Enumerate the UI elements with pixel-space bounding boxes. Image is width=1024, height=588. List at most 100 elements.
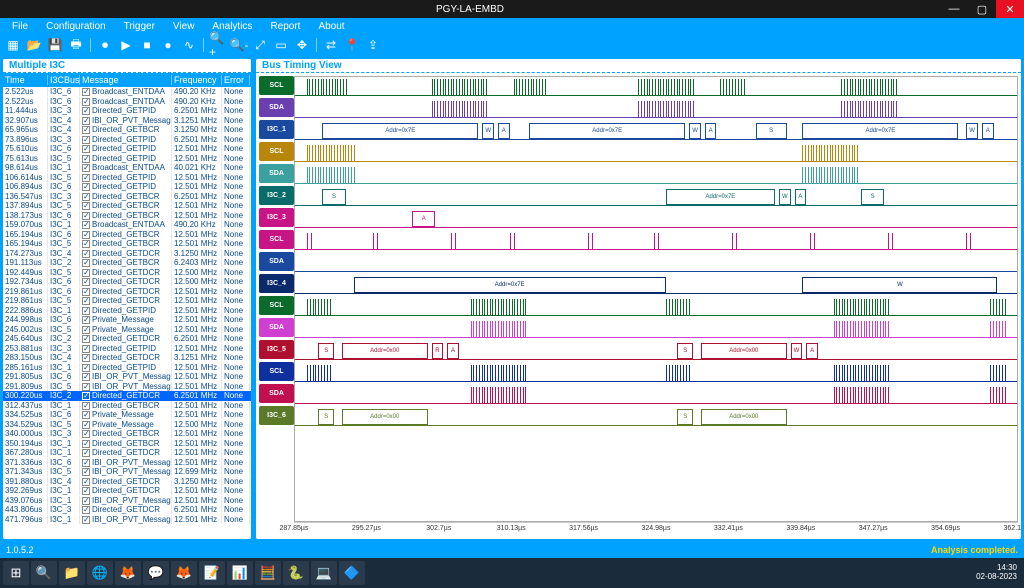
waveform-area[interactable]: Addr=0x7EWAAddr=0x7EWASAddr=0x7EWASAddr=… xyxy=(294,76,1018,522)
table-row[interactable]: 392.269usI3C_1Directed_GETDCR12.501 MHzN… xyxy=(3,486,251,496)
protocol-field[interactable]: A xyxy=(447,343,459,359)
menu-trigger[interactable]: Trigger xyxy=(116,21,163,32)
table-row[interactable]: 137.894usI3C_5Directed_GETBCR12.501 MHzN… xyxy=(3,201,251,211)
taskbar-app-icon[interactable]: 🌐 xyxy=(87,561,113,585)
table-row[interactable]: 367.280usI3C_1Directed_GETDCR12.501 MHzN… xyxy=(3,448,251,458)
menu-configuration[interactable]: Configuration xyxy=(38,21,113,32)
column-i3cbus[interactable]: I3CBus xyxy=(48,75,80,85)
protocol-field[interactable]: Addr=0x00 xyxy=(342,409,428,425)
minimize-button[interactable]: — xyxy=(940,0,968,18)
table-row[interactable]: 371.336usI3C_6IBI_OR_PVT_Message12.501 M… xyxy=(3,458,251,468)
protocol-field[interactable]: Addr=0x7E xyxy=(666,189,775,205)
table-row[interactable]: 334.529usI3C_5Private_Message12.500 MHzN… xyxy=(3,420,251,430)
system-clock[interactable]: 14:30 02-08-2023 xyxy=(976,564,1021,582)
protocol-field[interactable]: W xyxy=(802,277,997,293)
taskbar-app-icon[interactable]: ⊞ xyxy=(3,561,29,585)
table-row[interactable]: 165.194usI3C_6Directed_GETBCR12.501 MHzN… xyxy=(3,230,251,240)
table-row[interactable]: 291.805usI3C_6IBI_OR_PVT_Message12.501 M… xyxy=(3,372,251,382)
record-icon[interactable]: ● xyxy=(159,36,177,54)
waveform-track[interactable]: SAddr=0x7EWAS xyxy=(295,187,1017,209)
protocol-field[interactable]: S xyxy=(861,189,884,205)
zoom-window-icon[interactable]: ▭ xyxy=(272,36,290,54)
protocol-field[interactable]: S xyxy=(756,123,787,139)
protocol-field[interactable]: W xyxy=(689,123,701,139)
table-row[interactable]: 65.965usI3C_4Directed_GETBCR3.1250 MHzNo… xyxy=(3,125,251,135)
table-row[interactable]: 136.547usI3C_3Directed_GETBCR6.2501 MHzN… xyxy=(3,192,251,202)
zoom-in-icon[interactable]: 🔍+ xyxy=(209,36,227,54)
table-row[interactable]: 2.522usI3C_6Broadcast_ENTDAA490.20 KHzNo… xyxy=(3,97,251,107)
waveform-track[interactable] xyxy=(295,231,1017,253)
protocol-field[interactable]: Addr=0x00 xyxy=(701,409,787,425)
track-label-i3c_1[interactable]: I3C_1 xyxy=(259,120,294,139)
table-row[interactable]: 11.444usI3C_3Directed_GETPID6.2501 MHzNo… xyxy=(3,106,251,116)
table-row[interactable]: 165.194usI3C_5Directed_GETBCR12.501 MHzN… xyxy=(3,239,251,249)
waveform-track[interactable]: Addr=0x7EW xyxy=(295,275,1017,297)
wave-icon[interactable]: ∿ xyxy=(180,36,198,54)
track-label-i3c_2[interactable]: I3C_2 xyxy=(259,186,294,205)
waveform-track[interactable]: SAddr=0x00SAddr=0x00 xyxy=(295,407,1017,429)
taskbar-app-icon[interactable]: 🦊 xyxy=(115,561,141,585)
taskbar-app-icon[interactable]: 📊 xyxy=(227,561,253,585)
zoom-fit-icon[interactable]: ⤢ xyxy=(251,36,269,54)
track-label-i3c_6[interactable]: I3C_6 xyxy=(259,406,294,425)
track-label-sda[interactable]: SDA xyxy=(259,252,294,271)
file-open-icon[interactable]: 📂 xyxy=(25,36,43,54)
protocol-field[interactable]: W xyxy=(791,343,803,359)
table-row[interactable]: 106.894usI3C_6Directed_GETPID12.501 MHzN… xyxy=(3,182,251,192)
zoom-out-icon[interactable]: 🔍- xyxy=(230,36,248,54)
table-row[interactable]: 2.522usI3C_6Broadcast_ENTDAA490.20 KHzNo… xyxy=(3,87,251,97)
track-label-scl[interactable]: SCL xyxy=(259,230,294,249)
taskbar-app-icon[interactable]: 💬 xyxy=(143,561,169,585)
column-time[interactable]: Time xyxy=(3,75,48,85)
waveform-track[interactable] xyxy=(295,99,1017,121)
protocol-field[interactable]: S xyxy=(677,409,693,425)
waveform-track[interactable] xyxy=(295,319,1017,341)
table-row[interactable]: 245.640usI3C_2Directed_GETDCR6.2501 MHzN… xyxy=(3,334,251,344)
cursors-icon[interactable]: ⇄ xyxy=(322,36,340,54)
protocol-field[interactable]: Addr=0x00 xyxy=(342,343,428,359)
table-row[interactable]: 285.161usI3C_1Directed_GETPID12.501 MHzN… xyxy=(3,363,251,373)
protocol-field[interactable]: Addr=0x00 xyxy=(701,343,787,359)
table-row[interactable]: 371.343usI3C_5IBI_OR_PVT_Message12.699 M… xyxy=(3,467,251,477)
table-row[interactable]: 244.998usI3C_6Private_Message12.501 MHzN… xyxy=(3,315,251,325)
pan-icon[interactable]: ✥ xyxy=(293,36,311,54)
protocol-field[interactable]: A xyxy=(806,343,818,359)
track-label-sda[interactable]: SDA xyxy=(259,98,294,117)
menu-about[interactable]: About xyxy=(310,21,352,32)
table-row[interactable]: 340.000usI3C_3Directed_GETBCR12.501 MHzN… xyxy=(3,429,251,439)
table-row[interactable]: 192.449usI3C_5Directed_GETDCR12.500 MHzN… xyxy=(3,268,251,278)
protocol-field[interactable]: A xyxy=(412,211,435,227)
table-row[interactable]: 138.173usI3C_6Directed_GETBCR12.501 MHzN… xyxy=(3,211,251,221)
table-row[interactable]: 192.734usI3C_6Directed_GETDCR12.500 MHzN… xyxy=(3,277,251,287)
table-row[interactable]: 312.437usI3C_1Directed_GETBCR12.501 MHzN… xyxy=(3,401,251,411)
taskbar-app-icon[interactable]: 📁 xyxy=(59,561,85,585)
track-label-scl[interactable]: SCL xyxy=(259,362,294,381)
taskbar-app-icon[interactable]: 🔷 xyxy=(339,561,365,585)
track-label-sda[interactable]: SDA xyxy=(259,164,294,183)
waveform-track[interactable]: Addr=0x7EWAAddr=0x7EWASAddr=0x7EWA xyxy=(295,121,1017,143)
table-row[interactable]: 283.150usI3C_4Directed_GETDCR3.1251 MHzN… xyxy=(3,353,251,363)
stop-icon[interactable]: ■ xyxy=(138,36,156,54)
table-row[interactable]: 350.194usI3C_1Directed_GETBCR12.501 MHzN… xyxy=(3,439,251,449)
column-message[interactable]: Message xyxy=(80,75,172,85)
protocol-field[interactable]: Addr=0x7E xyxy=(322,123,478,139)
table-row[interactable]: 73.896usI3C_3Directed_GETPID6.2501 MHzNo… xyxy=(3,135,251,145)
table-row[interactable]: 98.614usI3C_1Broadcast_ENTDAA40.021 KHzN… xyxy=(3,163,251,173)
menu-report[interactable]: Report xyxy=(262,21,308,32)
waveform-track[interactable] xyxy=(295,253,1017,275)
track-label-sda[interactable]: SDA xyxy=(259,384,294,403)
track-label-i3c_3[interactable]: I3C_3 xyxy=(259,208,294,227)
taskbar-app-icon[interactable]: 📝 xyxy=(199,561,225,585)
protocol-field[interactable]: A xyxy=(982,123,994,139)
waveform-track[interactable] xyxy=(295,363,1017,385)
table-row[interactable]: 245.002usI3C_5Private_Message12.501 MHzN… xyxy=(3,325,251,335)
menu-view[interactable]: View xyxy=(165,21,203,32)
protocol-field[interactable]: S xyxy=(318,343,334,359)
table-row[interactable]: 75.613usI3C_5Directed_GETPID12.501 MHzNo… xyxy=(3,154,251,164)
table-row[interactable]: 391.880usI3C_4Directed_GETDCR3.1250 MHzN… xyxy=(3,477,251,487)
table-row[interactable]: 443.806usI3C_3Directed_GETDCR6.2501 MHzN… xyxy=(3,505,251,515)
table-row[interactable]: 300.220usI3C_2Directed_GETDCR6.2501 MHzN… xyxy=(3,391,251,401)
waveform-track[interactable] xyxy=(295,297,1017,319)
protocol-field[interactable]: R xyxy=(432,343,444,359)
track-label-i3c_4[interactable]: I3C_4 xyxy=(259,274,294,293)
